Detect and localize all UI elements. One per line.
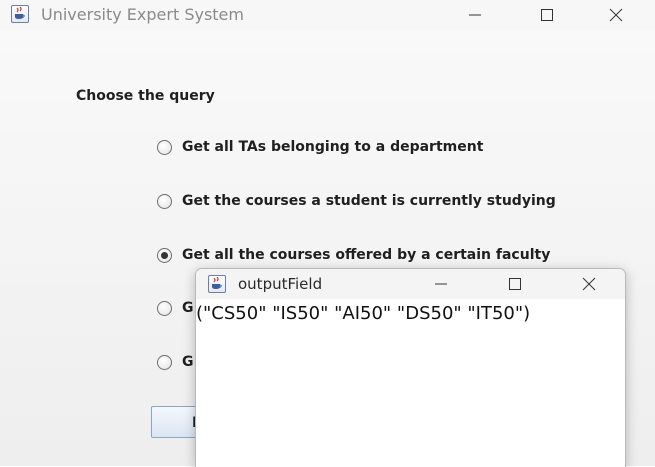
radio-label: Get all TAs belonging to a department (182, 139, 484, 155)
minimize-icon (435, 283, 447, 285)
title-bar[interactable]: University Expert System (0, 0, 655, 30)
maximize-button[interactable] (524, 0, 570, 30)
query-heading: Choose the query (76, 88, 215, 104)
java-cup-icon (11, 5, 29, 23)
close-button[interactable] (593, 0, 639, 30)
window-title: University Expert System (41, 5, 244, 24)
radio-selected-dot (161, 252, 168, 259)
output-close-button[interactable] (566, 269, 612, 299)
output-title-bar[interactable]: outputField (196, 269, 625, 299)
output-minimize-button[interactable] (418, 269, 464, 299)
close-icon (609, 8, 623, 22)
radio-label: Get the courses a student is currently s… (182, 193, 556, 209)
radio-button[interactable] (157, 194, 172, 209)
output-text: ("CS50" "IS50" "AI50" "DS50" "IT50") (196, 303, 531, 324)
close-icon (582, 277, 596, 291)
maximize-icon (509, 278, 521, 290)
radio-button[interactable] (157, 140, 172, 155)
maximize-icon (541, 9, 553, 21)
radio-label: G (182, 354, 194, 370)
output-maximize-button[interactable] (492, 269, 538, 299)
radio-button-selected[interactable] (157, 248, 172, 263)
minimize-button[interactable] (452, 0, 498, 30)
output-window-title: outputField (238, 275, 323, 293)
radio-button[interactable] (157, 301, 172, 316)
radio-label: G (182, 300, 194, 316)
radio-label: Get all the courses offered by a certain… (182, 247, 551, 263)
radio-button[interactable] (157, 355, 172, 370)
minimize-icon (469, 14, 481, 16)
java-cup-icon (208, 275, 226, 293)
output-window[interactable]: outputField ("CS50" "IS50" "AI50" "DS50"… (195, 268, 626, 467)
